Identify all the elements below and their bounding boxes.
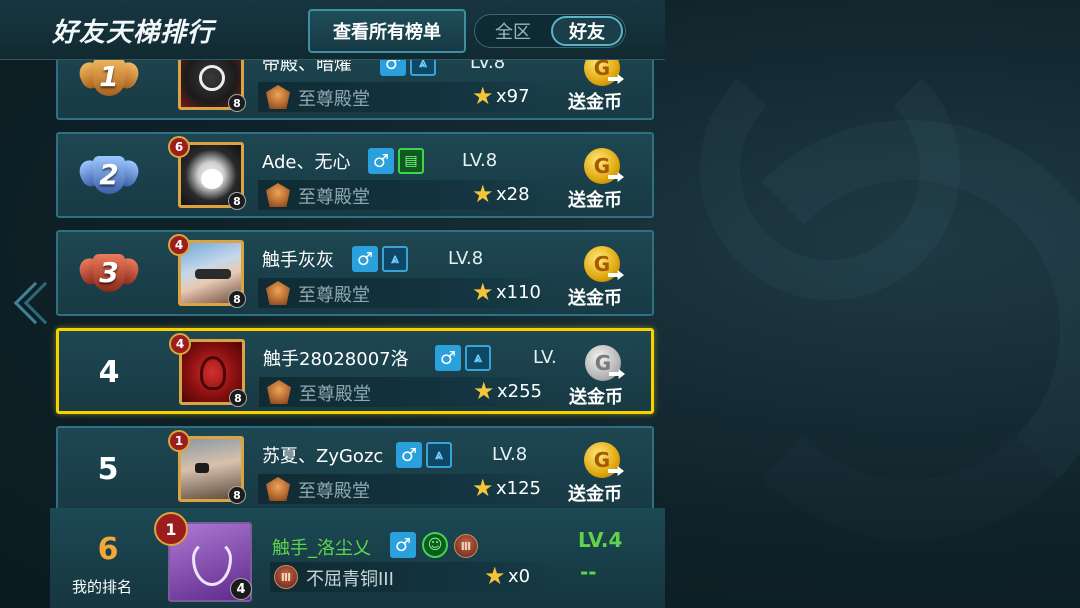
male-icon: ♂ bbox=[368, 148, 394, 174]
tier-bar: 至尊殿堂 ★ x255 bbox=[259, 377, 551, 407]
tier-bar: 至尊殿堂 ★ x125 bbox=[258, 474, 550, 504]
my-rank-label: 我的排名 bbox=[72, 578, 133, 596]
star-count: x97 bbox=[496, 86, 530, 107]
player-level: LV.8 bbox=[492, 444, 528, 465]
silver-rank-medal-icon: 2 bbox=[75, 150, 143, 204]
send-gold-button[interactable]: 送金币 bbox=[568, 88, 622, 114]
player-level: LV. bbox=[533, 347, 557, 368]
player-name: 帝殿、暗燿 bbox=[262, 60, 352, 75]
tier-emblem-icon bbox=[266, 85, 290, 109]
star-icon: ★ bbox=[473, 377, 495, 405]
back-arrow-icon[interactable] bbox=[6, 270, 67, 340]
player-level: LV.8 bbox=[462, 150, 498, 171]
star-icon: ★ bbox=[472, 82, 494, 110]
player-level: LV.8 bbox=[470, 60, 506, 73]
my-rank-bar: 6 我的排名 1 4 触手_洛尘乂 ♂ ☺ Ⅲ LV.4 -- Ⅲ 不屈青铜II… bbox=[50, 508, 665, 608]
male-icon: ♂ bbox=[352, 246, 378, 272]
tier-name: 至尊殿堂 bbox=[299, 384, 371, 405]
my-level-extra: -- bbox=[580, 560, 597, 584]
star-count: x255 bbox=[497, 381, 543, 402]
player-name: Ade、无心 bbox=[262, 152, 351, 173]
ranking-row[interactable]: 1 8 帝殿、暗燿 ♂ ⩓ LV.8 至尊殿堂 ★ x97 G 送金币 bbox=[56, 60, 654, 120]
bronze-rank-medal-icon: 3 bbox=[75, 248, 143, 302]
title-tag-icon: ▤ bbox=[398, 148, 424, 174]
male-icon: ♂ bbox=[435, 345, 461, 371]
star-count: x0 bbox=[508, 566, 531, 587]
star-level-badge: 8 bbox=[228, 486, 246, 504]
gold-coin-icon[interactable]: G bbox=[584, 60, 620, 86]
title-tag-icon: ⩓ bbox=[465, 345, 491, 371]
star-level-badge: 8 bbox=[228, 290, 246, 308]
tier-name: 至尊殿堂 bbox=[298, 285, 370, 306]
ranking-list[interactable]: 1 8 帝殿、暗燿 ♂ ⩓ LV.8 至尊殿堂 ★ x97 G 送金币 2 6 bbox=[50, 60, 665, 508]
ranking-row[interactable]: 5 1 8 苏夏、ZyGozc ♂ ⩓ LV.8 至尊殿堂 ★ x125 G 送… bbox=[56, 426, 654, 508]
ranking-row[interactable]: 2 6 8 Ade、无心 ♂ ▤ LV.8 至尊殿堂 ★ x28 G 送金币 bbox=[56, 132, 654, 218]
bronze-tier-icon: Ⅲ bbox=[454, 534, 478, 558]
player-name: 苏夏、ZyGozc bbox=[262, 446, 384, 467]
level-badge: 4 bbox=[168, 234, 190, 256]
tier-name: 不屈青铜III bbox=[306, 569, 394, 590]
title-tag-icon: ⩓ bbox=[426, 442, 452, 468]
tier-bar: Ⅲ 不屈青铜III ★ x0 bbox=[270, 562, 562, 592]
rank-number: 4 bbox=[98, 355, 120, 390]
player-level: LV.8 bbox=[448, 248, 484, 269]
tier-emblem-icon bbox=[266, 477, 290, 501]
tier-bar: 至尊殿堂 ★ x110 bbox=[258, 278, 550, 308]
level-badge: 4 bbox=[169, 333, 191, 355]
star-level-badge: 4 bbox=[230, 578, 252, 600]
level-badge: 6 bbox=[168, 136, 190, 158]
send-gold-button[interactable]: 送金币 bbox=[568, 480, 622, 506]
view-all-leaderboards-button[interactable]: 查看所有榜单 bbox=[308, 9, 466, 53]
bronze-tier-icon: Ⅲ bbox=[274, 565, 298, 589]
star-count: x110 bbox=[496, 282, 542, 303]
star-count: x28 bbox=[496, 184, 530, 205]
tab-all-region[interactable]: 全区 bbox=[477, 16, 549, 46]
star-level-badge: 8 bbox=[228, 94, 246, 112]
male-icon: ♂ bbox=[390, 532, 416, 558]
title-tag-icon: ⩓ bbox=[410, 60, 436, 76]
tier-emblem-icon bbox=[266, 183, 290, 207]
background-swirl bbox=[700, 40, 960, 300]
page-title: 好友天梯排行 bbox=[52, 18, 215, 48]
tier-name: 至尊殿堂 bbox=[298, 187, 370, 208]
star-count: x125 bbox=[496, 478, 542, 499]
star-icon: ★ bbox=[472, 474, 494, 502]
scope-toggle[interactable]: 全区 好友 bbox=[474, 14, 626, 48]
tier-bar: 至尊殿堂 ★ x28 bbox=[258, 180, 550, 210]
send-gold-button[interactable]: 送金币 bbox=[568, 186, 622, 212]
send-gold-button[interactable]: 送金币 bbox=[568, 284, 622, 310]
emblem-icon bbox=[192, 540, 232, 586]
star-level-badge: 8 bbox=[229, 389, 247, 407]
star-level-badge: 8 bbox=[228, 192, 246, 210]
tier-name: 至尊殿堂 bbox=[298, 481, 370, 502]
gold-rank-medal-icon: 1 bbox=[75, 60, 143, 106]
my-player-name: 触手_洛尘乂 bbox=[272, 538, 371, 559]
my-rank-number: 6 bbox=[97, 532, 119, 567]
tier-emblem-icon bbox=[267, 380, 291, 404]
player-name: 触手灰灰 bbox=[262, 250, 334, 271]
level-badge: 1 bbox=[168, 430, 190, 452]
male-icon: ♂ bbox=[380, 60, 406, 76]
male-icon: ♂ bbox=[396, 442, 422, 468]
smile-icon: ☺ bbox=[422, 532, 448, 558]
ranking-row-self[interactable]: 4 4 8 触手28028007洛 ♂ ⩓ LV. 至尊殿堂 ★ x255 G … bbox=[56, 328, 654, 414]
header-bar: 好友天梯排行 查看所有榜单 全区 好友 bbox=[0, 0, 665, 60]
my-level: LV.4 bbox=[578, 528, 623, 552]
tier-bar: 至尊殿堂 ★ x97 bbox=[258, 82, 550, 112]
star-icon: ★ bbox=[484, 562, 506, 590]
tier-name: 至尊殿堂 bbox=[298, 89, 370, 110]
tier-emblem-icon bbox=[266, 281, 290, 305]
star-icon: ★ bbox=[472, 180, 494, 208]
player-name: 触手28028007洛 bbox=[263, 349, 409, 370]
level-badge: 1 bbox=[154, 512, 188, 546]
tab-friends[interactable]: 好友 bbox=[551, 16, 623, 46]
title-tag-icon: ⩓ bbox=[382, 246, 408, 272]
star-icon: ★ bbox=[472, 278, 494, 306]
send-gold-button: 送金币 bbox=[569, 387, 623, 408]
ranking-row[interactable]: 3 4 8 触手灰灰 ♂ ⩓ LV.8 至尊殿堂 ★ x110 G 送金币 bbox=[56, 230, 654, 316]
rank-number: 5 bbox=[97, 452, 119, 487]
